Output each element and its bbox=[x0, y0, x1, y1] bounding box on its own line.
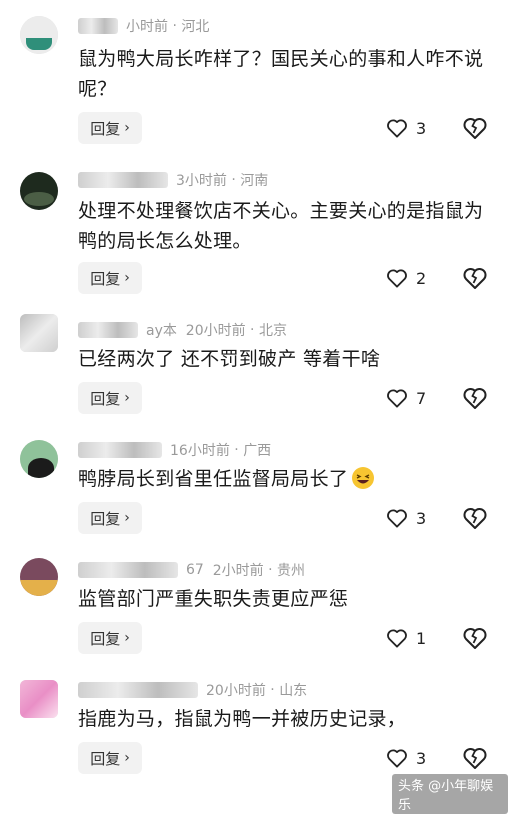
reply-label: 回复 bbox=[90, 389, 121, 408]
blurred-username bbox=[78, 682, 198, 698]
comment-location: 山东 bbox=[279, 683, 308, 699]
reply-label: 回复 bbox=[90, 119, 121, 138]
reply-button[interactable]: 回复 › bbox=[78, 502, 142, 534]
comment-meta: 小时前 · 河北 bbox=[78, 16, 209, 36]
heart-outline-icon bbox=[387, 629, 407, 648]
watermark: 头条 @小年聊娱乐 bbox=[392, 774, 508, 814]
blurred-username bbox=[78, 172, 168, 188]
heart-outline-icon bbox=[387, 509, 407, 528]
reply-button[interactable]: 回复 › bbox=[78, 112, 142, 144]
like-count: 3 bbox=[416, 118, 427, 138]
comment-meta: 3小时前 · 河南 bbox=[78, 170, 268, 190]
meta-fragment: ay本 bbox=[146, 323, 177, 339]
like-count: 7 bbox=[416, 388, 427, 408]
heart-outline-icon bbox=[387, 269, 407, 288]
like-count: 3 bbox=[416, 748, 427, 768]
comment-text: 指鹿为马，指鼠为鸭一并被历史记录， bbox=[78, 708, 407, 730]
broken-heart-icon[interactable] bbox=[462, 385, 488, 411]
heart-outline-icon bbox=[387, 749, 407, 768]
laughing-emoji-icon bbox=[352, 467, 375, 489]
blurred-username bbox=[78, 562, 178, 578]
comment-time: 16小时前 bbox=[170, 443, 230, 459]
reply-label: 回复 bbox=[90, 629, 121, 648]
broken-heart-icon[interactable] bbox=[462, 745, 488, 771]
comment-meta: ay本 20小时前 · 北京 bbox=[78, 320, 287, 340]
like-button[interactable]: 2 bbox=[386, 265, 426, 291]
reply-button[interactable]: 回复 › bbox=[78, 742, 142, 774]
avatar[interactable] bbox=[20, 172, 58, 210]
reply-label: 回复 bbox=[90, 269, 121, 288]
comment-meta: 67 2小时前 · 贵州 bbox=[78, 560, 305, 580]
chevron-right-icon: › bbox=[124, 750, 130, 766]
comment-text: 监管部门严重失职失责更应严惩 bbox=[78, 588, 349, 610]
chevron-right-icon: › bbox=[124, 630, 130, 646]
like-count: 1 bbox=[416, 628, 427, 648]
avatar[interactable] bbox=[20, 558, 58, 596]
blurred-username bbox=[78, 322, 138, 338]
heart-outline-icon bbox=[387, 119, 407, 138]
chevron-right-icon: › bbox=[124, 120, 130, 136]
comment-location: 贵州 bbox=[277, 563, 306, 579]
like-count: 2 bbox=[416, 268, 427, 288]
meta-separator: · bbox=[263, 562, 278, 578]
meta-separator: · bbox=[265, 682, 280, 698]
like-button[interactable]: 1 bbox=[386, 625, 426, 651]
comment-text: 鸭脖局长到省里任监督局局长了 bbox=[78, 464, 488, 494]
broken-heart-icon[interactable] bbox=[462, 505, 488, 531]
comment-time: 20小时前 bbox=[185, 323, 246, 339]
comment-location: 河南 bbox=[240, 173, 269, 189]
meta-space bbox=[177, 322, 186, 338]
broken-heart-icon[interactable] bbox=[462, 625, 488, 651]
meta-fragment: 67 bbox=[186, 562, 204, 578]
meta-space bbox=[204, 562, 213, 578]
meta-fragment: 小时前 bbox=[126, 19, 168, 35]
reply-button[interactable]: 回复 › bbox=[78, 262, 142, 294]
avatar[interactable] bbox=[20, 680, 58, 718]
avatar[interactable] bbox=[20, 440, 58, 478]
comment-time: 20小时前 bbox=[206, 683, 266, 699]
comment-time: 3小时前 bbox=[176, 173, 227, 189]
meta-separator: · bbox=[168, 18, 182, 34]
meta-separator: · bbox=[229, 442, 244, 458]
meta-separator: · bbox=[226, 172, 241, 188]
chevron-right-icon: › bbox=[124, 390, 130, 406]
comment-meta: 16小时前 · 广西 bbox=[78, 440, 271, 460]
comment-text: 处理不处理餐饮店不关心。主要关心的是指鼠为鸭的局长怎么处理。 bbox=[78, 200, 484, 252]
comment-text-content: 鸭脖局长到省里任监督局局长了 bbox=[78, 468, 349, 490]
comment-text: 鼠为鸭大局长咋样了？国民关心的事和人咋不说呢？ bbox=[78, 48, 484, 100]
reply-label: 回复 bbox=[90, 749, 121, 768]
blurred-username bbox=[78, 442, 162, 458]
heart-outline-icon bbox=[387, 389, 407, 408]
like-count: 3 bbox=[416, 508, 427, 528]
avatar[interactable] bbox=[20, 16, 58, 54]
broken-heart-icon[interactable] bbox=[462, 265, 488, 291]
comment-meta: 20小时前 · 山东 bbox=[78, 680, 307, 700]
comment-location: 北京 bbox=[258, 323, 287, 339]
comment-location: 广西 bbox=[243, 443, 272, 459]
watermark-text: 头条 @小年聊娱乐 bbox=[398, 779, 494, 813]
like-button[interactable]: 3 bbox=[386, 115, 426, 141]
meta-separator: · bbox=[245, 322, 259, 338]
comment-location: 河北 bbox=[181, 19, 210, 35]
reply-label: 回复 bbox=[90, 509, 121, 528]
like-button[interactable]: 3 bbox=[386, 505, 426, 531]
reply-button[interactable]: 回复 › bbox=[78, 622, 142, 654]
like-button[interactable]: 7 bbox=[386, 385, 426, 411]
like-button[interactable]: 3 bbox=[386, 745, 426, 771]
chevron-right-icon: › bbox=[124, 510, 130, 526]
reply-button[interactable]: 回复 › bbox=[78, 382, 142, 414]
broken-heart-icon[interactable] bbox=[462, 115, 488, 141]
comment-text: 已经两次了 还不罚到破产 等着干啥 bbox=[78, 348, 381, 370]
comment-time: 2小时前 bbox=[212, 563, 264, 579]
avatar[interactable] bbox=[20, 314, 58, 352]
blurred-username bbox=[78, 18, 118, 34]
chevron-right-icon: › bbox=[124, 270, 130, 286]
